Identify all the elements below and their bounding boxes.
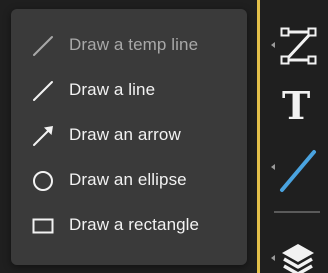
menu-item-arrow[interactable]: Draw an arrow xyxy=(11,113,247,157)
line-tool-icon xyxy=(280,150,316,192)
menu-item-rectangle[interactable]: Draw a rectangle xyxy=(11,203,247,247)
ellipse-icon xyxy=(33,171,53,191)
temp-line-icon xyxy=(33,36,53,56)
menu-item-label: Draw a temp line xyxy=(69,35,199,54)
menu-item-temp-line[interactable]: Draw a temp line xyxy=(11,23,247,67)
menu-item-label: Draw an arrow xyxy=(69,125,181,144)
toolbar-separator xyxy=(274,211,320,213)
rectangle-icon xyxy=(32,218,54,234)
menu-item-label: Draw a line xyxy=(69,80,156,99)
expand-caret-icon xyxy=(271,255,275,261)
line-icon xyxy=(33,81,53,101)
path-icon xyxy=(280,27,317,65)
draw-shape-menu: Draw a temp line Draw a line Draw an arr… xyxy=(11,9,247,265)
layers-tool-button[interactable] xyxy=(260,236,328,273)
expand-caret-icon xyxy=(271,164,275,170)
menu-item-ellipse[interactable]: Draw an ellipse xyxy=(11,158,247,202)
app-window: Draw a temp line Draw a line Draw an arr… xyxy=(0,0,328,273)
menu-item-label: Draw a rectangle xyxy=(69,215,200,234)
text-tool-button[interactable]: T xyxy=(260,82,328,132)
arrow-icon xyxy=(33,126,53,146)
line-tool-button[interactable] xyxy=(260,142,328,198)
path-tool-button[interactable] xyxy=(260,22,328,72)
menu-item-line[interactable]: Draw a line xyxy=(11,68,247,112)
expand-caret-icon xyxy=(271,42,275,48)
layers-icon xyxy=(282,244,314,273)
menu-item-label: Draw an ellipse xyxy=(69,170,187,189)
text-icon: T xyxy=(282,83,311,128)
toolbar: T xyxy=(260,0,328,273)
